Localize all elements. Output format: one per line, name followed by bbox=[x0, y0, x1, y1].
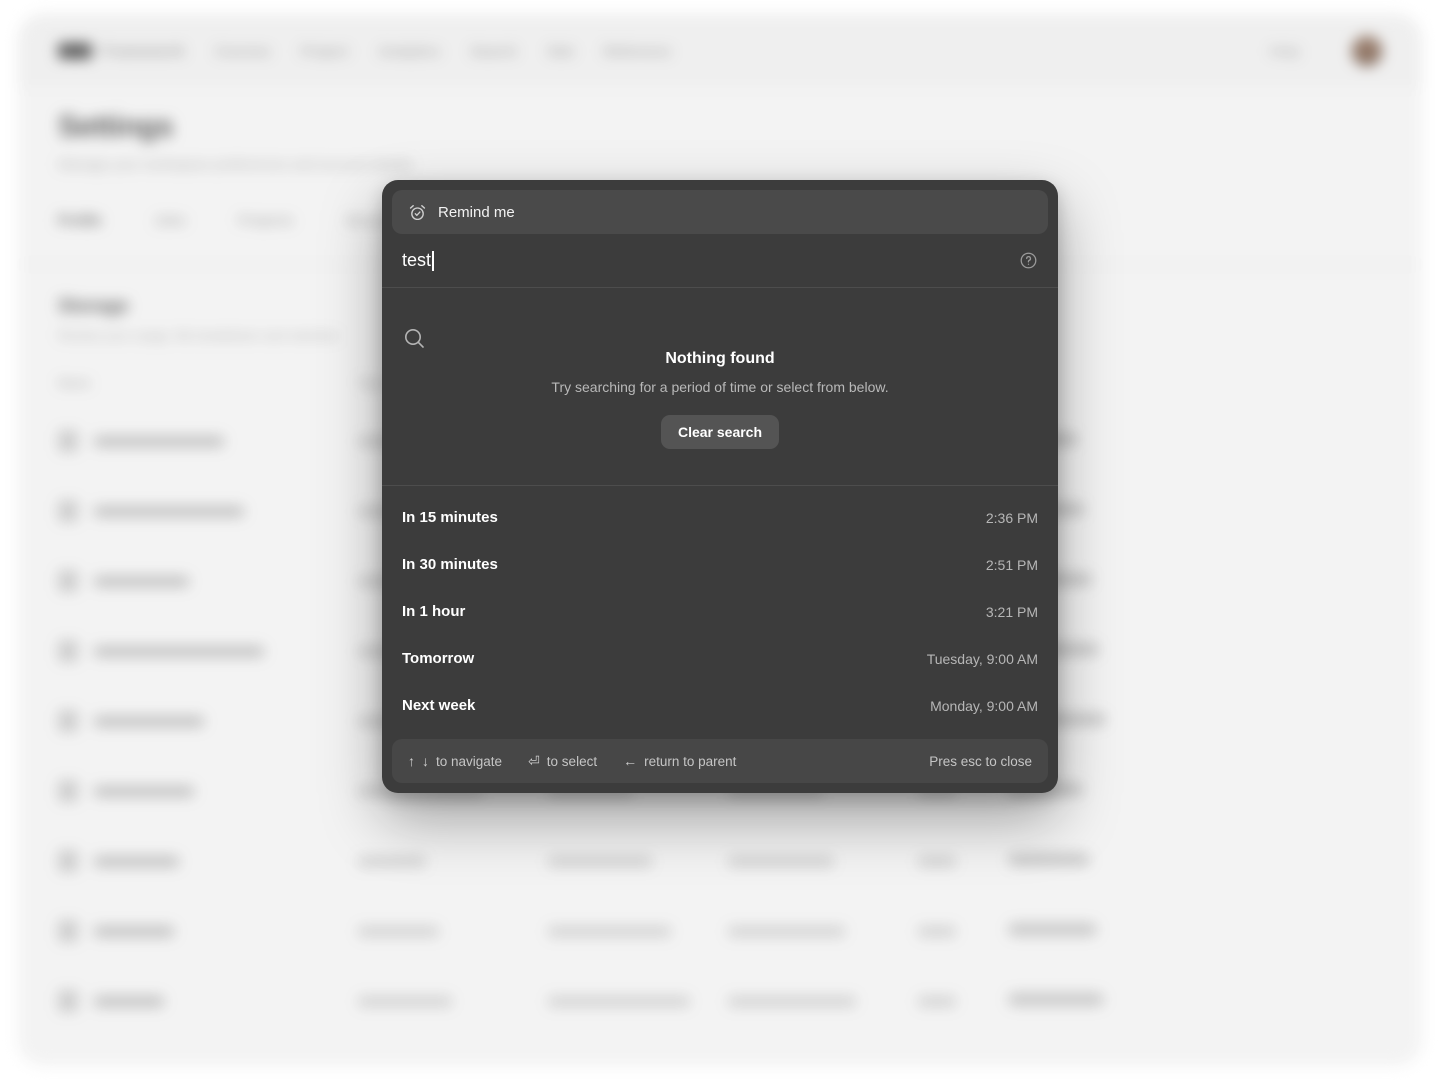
search-input-value: test bbox=[402, 250, 432, 270]
suggestion-label: In 30 minutes bbox=[402, 556, 498, 573]
empty-state: Nothing found Try searching for a period… bbox=[382, 288, 1058, 486]
keyboard-hint-footer: ↑ ↓ to navigate ⏎ to select ← return to … bbox=[392, 739, 1048, 783]
arrow-up-icon: ↑ bbox=[408, 753, 415, 769]
hint-return-label: return to parent bbox=[644, 753, 737, 769]
suggestion-row[interactable]: Tomorrow Tuesday, 9:00 AM bbox=[382, 635, 1058, 682]
suggestion-time: Tuesday, 9:00 AM bbox=[926, 650, 1038, 667]
suggestion-time: 3:21 PM bbox=[985, 603, 1038, 620]
hint-close-label: Pres esc to close bbox=[929, 753, 1032, 769]
suggestion-row[interactable]: In 30 minutes 2:51 PM bbox=[382, 541, 1058, 588]
alarm-check-icon bbox=[408, 203, 427, 222]
arrow-down-icon: ↓ bbox=[422, 753, 429, 769]
suggestion-time: 2:36 PM bbox=[985, 509, 1038, 526]
suggestion-label: Next week bbox=[402, 697, 476, 714]
search-input[interactable]: test bbox=[402, 250, 1019, 271]
suggestion-row[interactable]: In 15 minutes 2:36 PM bbox=[382, 494, 1058, 541]
breadcrumb[interactable]: Remind me bbox=[392, 190, 1048, 234]
enter-key-icon: ⏎ bbox=[528, 752, 540, 769]
empty-state-title: Nothing found bbox=[665, 350, 775, 367]
empty-state-subtitle: Try searching for a period of time or se… bbox=[551, 379, 889, 395]
hint-return-parent: ← return to parent bbox=[623, 753, 736, 769]
search-row[interactable]: test bbox=[382, 234, 1058, 288]
modal-top: Remind me bbox=[382, 180, 1058, 234]
suggestion-row[interactable]: In 1 hour 3:21 PM bbox=[382, 588, 1058, 635]
arrow-left-icon: ← bbox=[623, 753, 638, 769]
screen-root: Framework Courses Project Analytics Sear… bbox=[0, 0, 1440, 1080]
suggestion-label: Tomorrow bbox=[402, 650, 475, 667]
search-icon bbox=[402, 326, 1038, 350]
suggestion-row[interactable]: Next week Monday, 9:00 AM bbox=[382, 682, 1058, 729]
breadcrumb-label: Remind me bbox=[438, 203, 515, 221]
suggestion-label: In 15 minutes bbox=[402, 509, 498, 526]
text-cursor bbox=[432, 250, 434, 271]
help-circle-icon[interactable] bbox=[1019, 251, 1038, 270]
remind-me-command-palette: Remind me test Nothing found Try searchi… bbox=[382, 180, 1058, 793]
suggestion-label: In 1 hour bbox=[402, 603, 466, 620]
suggestion-time: Monday, 9:00 AM bbox=[930, 697, 1038, 714]
hint-select-label: to select bbox=[546, 753, 598, 769]
hint-select: ⏎ to select bbox=[528, 753, 597, 770]
hint-navigate: ↑ ↓ to navigate bbox=[408, 753, 502, 769]
footer-wrap: ↑ ↓ to navigate ⏎ to select ← return to … bbox=[382, 733, 1058, 793]
suggestion-time: 2:51 PM bbox=[985, 556, 1038, 573]
suggestion-list: In 15 minutes 2:36 PM In 30 minutes 2:51 PM… bbox=[382, 486, 1058, 733]
clear-search-button[interactable]: Clear search bbox=[660, 415, 780, 449]
hint-navigate-label: to navigate bbox=[436, 753, 503, 769]
